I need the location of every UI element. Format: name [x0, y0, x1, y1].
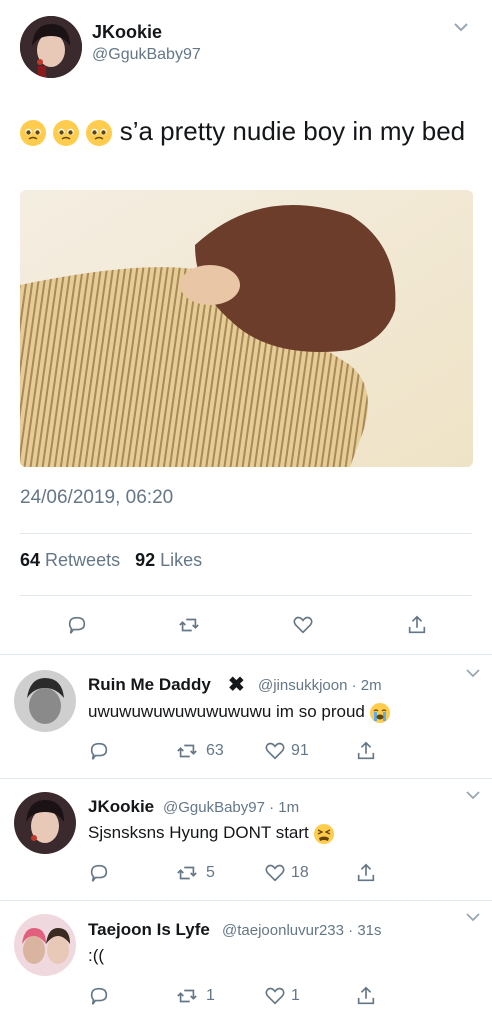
share-icon[interactable]	[355, 862, 377, 889]
reply-handle[interactable]: @taejoonluvur233 · 31s	[222, 922, 382, 939]
crying-face-icon	[369, 702, 390, 723]
chevron-down-icon[interactable]	[466, 910, 480, 929]
chevron-down-icon[interactable]	[454, 20, 468, 39]
divider	[20, 595, 472, 596]
like-icon[interactable]	[292, 614, 314, 641]
retweets-count[interactable]: 64	[20, 550, 40, 570]
pleading-face-icon	[53, 120, 80, 147]
retweet-icon[interactable]	[176, 740, 198, 767]
reply-text: uwuwuwuwuwuwuwuwu im so proud	[88, 702, 390, 723]
chevron-down-icon[interactable]	[466, 788, 480, 807]
reply-avatar[interactable]	[14, 670, 76, 732]
retweet-icon[interactable]	[176, 985, 198, 1012]
like-count: 18	[291, 864, 309, 881]
author-avatar[interactable]	[20, 16, 82, 78]
reply-handle[interactable]: @jinsukkjoon · 2m	[258, 677, 382, 694]
retweet-count: 5	[206, 864, 215, 881]
pleading-face-icon	[20, 120, 46, 147]
retweets-label[interactable]: Retweets	[45, 550, 120, 570]
divider	[0, 654, 492, 655]
reply-icon[interactable]	[88, 862, 110, 889]
reply-icon[interactable]	[66, 614, 88, 641]
chevron-down-icon[interactable]	[466, 666, 480, 685]
reply-name[interactable]: JKookie	[88, 797, 154, 817]
share-icon[interactable]	[355, 740, 377, 767]
reply-text: Sjsnsksns Hyung DONT start	[88, 823, 334, 844]
reply-handle[interactable]: @GgukBaby97 · 1m	[163, 799, 299, 816]
reply-avatar[interactable]	[14, 914, 76, 976]
tweet-photo[interactable]	[20, 190, 473, 467]
engagement-stats: 64 Retweets 92 Likes	[20, 550, 202, 571]
divider	[20, 533, 472, 534]
divider	[0, 900, 492, 901]
tweet-body: s’a pretty nudie boy in my bed	[119, 116, 466, 146]
like-count: 91	[291, 742, 309, 759]
tweet-text: s’a pretty nudie boy in my bed	[20, 114, 470, 148]
likes-count[interactable]: 92	[135, 550, 155, 570]
like-icon[interactable]	[264, 862, 286, 889]
reply-icon[interactable]	[88, 985, 110, 1012]
reply-icon[interactable]	[88, 740, 110, 767]
reply-name[interactable]: Taejoon Is Lyfe	[88, 920, 210, 940]
like-icon[interactable]	[264, 740, 286, 767]
retweet-count: 1	[206, 987, 215, 1004]
tired-face-icon	[313, 823, 334, 844]
reply-name[interactable]: Ruin Me Daddy	[88, 675, 211, 695]
pleading-face-icon	[86, 120, 113, 147]
author-handle[interactable]: @GgukBaby97	[92, 46, 201, 64]
reply-avatar[interactable]	[14, 792, 76, 854]
retweet-icon[interactable]	[176, 862, 198, 889]
retweet-count: 63	[206, 742, 224, 759]
share-icon[interactable]	[355, 985, 377, 1012]
tweet-timestamp[interactable]: 24/06/2019, 06:20	[20, 487, 173, 509]
author-name[interactable]: JKookie	[92, 22, 162, 43]
divider	[0, 778, 492, 779]
like-icon[interactable]	[264, 985, 286, 1012]
likes-label[interactable]: Likes	[160, 550, 202, 570]
like-count: 1	[291, 987, 300, 1004]
reply-text: :((	[88, 946, 105, 965]
retweet-icon[interactable]	[178, 614, 200, 641]
x-badge: ✖	[228, 674, 245, 696]
share-icon[interactable]	[406, 614, 428, 641]
